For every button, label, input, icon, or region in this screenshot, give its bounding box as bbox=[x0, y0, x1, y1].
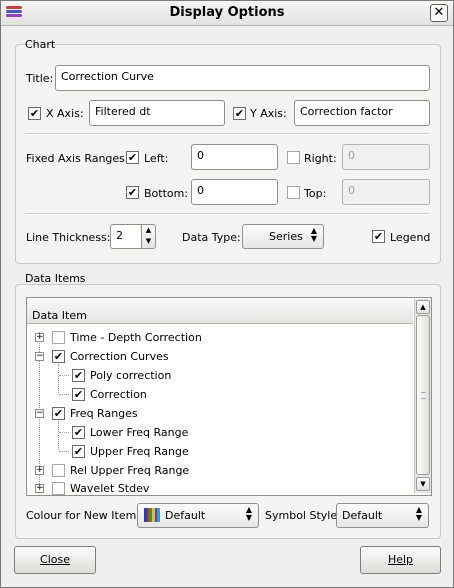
right-label: Right: bbox=[304, 152, 337, 165]
legend-label: Legend bbox=[390, 231, 431, 244]
row-checkbox[interactable]: ✔ bbox=[72, 388, 85, 401]
separator bbox=[25, 213, 429, 215]
right-checkbox[interactable] bbox=[287, 151, 300, 164]
expand-plus-icon[interactable]: + bbox=[35, 333, 44, 342]
row-label: Correction bbox=[90, 388, 147, 401]
row-label: Wavelet Stdev bbox=[70, 482, 150, 495]
scroll-up-icon[interactable]: ▲ bbox=[416, 300, 430, 314]
data-item-column-label: Data Item bbox=[32, 309, 87, 322]
data-type-value: Series bbox=[269, 230, 303, 243]
left-input[interactable]: 0 bbox=[191, 144, 278, 170]
row-label: Rel Upper Freq Range bbox=[70, 464, 190, 477]
symbol-style-value: Default bbox=[342, 509, 383, 522]
symbol-style-select[interactable]: Default ▲ ▼ bbox=[336, 503, 429, 528]
tree-row[interactable]: + Rel Upper Freq Range bbox=[27, 461, 413, 480]
tree-line bbox=[59, 375, 69, 376]
right-input[interactable]: 0 bbox=[342, 144, 430, 170]
row-label: Upper Freq Range bbox=[90, 445, 189, 458]
up-down-arrows-icon: ▲ ▼ bbox=[245, 505, 252, 522]
symbol-style-label: Symbol Style: bbox=[265, 509, 341, 522]
row-checkbox[interactable]: ✔ bbox=[72, 426, 85, 439]
bottom-checkbox[interactable]: ✔ bbox=[126, 186, 139, 199]
expand-plus-icon[interactable]: + bbox=[35, 484, 44, 493]
row-checkbox[interactable] bbox=[52, 331, 65, 344]
y-axis-label: Y Axis: bbox=[250, 107, 287, 120]
x-axis-input[interactable]: Filtered dt bbox=[89, 100, 225, 126]
close-button-label: Close bbox=[40, 553, 70, 566]
colour-select[interactable]: Default ▲ ▼ bbox=[137, 503, 259, 528]
row-checkbox[interactable]: ✔ bbox=[52, 407, 65, 420]
tree-row[interactable]: + Wavelet Stdev bbox=[27, 480, 413, 495]
colour-value: Default bbox=[165, 509, 206, 522]
data-type-select[interactable]: Series ▲ ▼ bbox=[242, 224, 324, 249]
data-items-group-title: Data Items bbox=[25, 272, 86, 285]
scroll-down-icon[interactable]: ▼ bbox=[416, 477, 430, 491]
row-label: Lower Freq Range bbox=[90, 426, 189, 439]
tree-row[interactable]: + Time - Depth Correction bbox=[27, 328, 413, 347]
fixed-axis-ranges-label: Fixed Axis Ranges bbox=[26, 152, 125, 165]
row-label: Correction Curves bbox=[70, 350, 169, 363]
y-axis-checkbox[interactable]: ✔ bbox=[233, 107, 246, 120]
row-label: Time - Depth Correction bbox=[70, 331, 202, 344]
help-button-label: Help bbox=[387, 553, 414, 566]
bottom-input[interactable]: 0 bbox=[191, 179, 278, 205]
tree-row[interactable]: − ✔ Correction Curves bbox=[27, 347, 413, 366]
display-options-dialog: Display Options ✕ Chart Title: Correctio… bbox=[0, 0, 454, 588]
tree-line bbox=[59, 451, 69, 452]
top-checkbox[interactable] bbox=[287, 186, 300, 199]
data-type-label: Data Type: bbox=[182, 231, 241, 244]
x-axis-checkbox[interactable]: ✔ bbox=[28, 107, 41, 120]
line-thickness-spinner[interactable]: ▲ ▼ bbox=[142, 224, 156, 249]
tree-column-header[interactable]: Data Item bbox=[27, 298, 413, 324]
scrollbar-thumb[interactable] bbox=[416, 315, 430, 475]
row-checkbox[interactable]: ✔ bbox=[52, 350, 65, 363]
help-button[interactable]: Help bbox=[360, 546, 441, 574]
tree-row[interactable]: ✔ Correction bbox=[27, 385, 413, 404]
title-input[interactable]: Correction Curve bbox=[55, 65, 430, 91]
top-label: Top: bbox=[304, 187, 327, 200]
y-axis-input[interactable]: Correction factor bbox=[294, 100, 430, 126]
row-checkbox[interactable]: ✔ bbox=[72, 369, 85, 382]
tree-scrollbar[interactable]: ▲ ▼ bbox=[414, 299, 431, 493]
tree-row[interactable]: ✔ Lower Freq Range bbox=[27, 423, 413, 442]
collapse-minus-icon[interactable]: − bbox=[35, 409, 44, 418]
title-label: Title: bbox=[26, 72, 54, 85]
swatch-stripe bbox=[157, 508, 161, 522]
legend-checkbox[interactable]: ✔ bbox=[372, 230, 385, 243]
up-down-arrows-icon: ▲ ▼ bbox=[415, 505, 422, 522]
collapse-minus-icon[interactable]: − bbox=[35, 352, 44, 361]
row-label: Freq Ranges bbox=[70, 407, 138, 420]
spin-up-icon[interactable]: ▲ bbox=[142, 225, 155, 236]
colour-new-items-label: Colour for New Items: bbox=[26, 509, 146, 522]
tree-line bbox=[59, 394, 69, 395]
bottom-label: Bottom: bbox=[144, 187, 189, 200]
x-axis-label: X Axis: bbox=[46, 107, 84, 120]
separator bbox=[25, 133, 429, 135]
row-checkbox[interactable] bbox=[52, 464, 65, 477]
row-checkbox[interactable]: ✔ bbox=[72, 445, 85, 458]
line-thickness-label: Line Thickness: bbox=[26, 231, 111, 244]
row-checkbox[interactable] bbox=[52, 482, 65, 495]
left-label: Left: bbox=[144, 152, 169, 165]
tree-row[interactable]: ✔ Poly correction bbox=[27, 366, 413, 385]
left-checkbox[interactable]: ✔ bbox=[126, 151, 139, 164]
tree-row[interactable]: ✔ Upper Freq Range bbox=[27, 442, 413, 461]
top-input[interactable]: 0 bbox=[342, 179, 430, 205]
up-down-arrows-icon: ▲ ▼ bbox=[310, 226, 317, 243]
title-bar[interactable]: Display Options ✕ bbox=[1, 1, 453, 26]
data-items-tree[interactable]: Data Item + Time - Depth Correction − ✔ … bbox=[26, 297, 432, 496]
chart-group-title: Chart bbox=[25, 38, 56, 51]
spin-down-icon[interactable]: ▼ bbox=[142, 236, 155, 247]
tree-row[interactable]: − ✔ Freq Ranges bbox=[27, 404, 413, 423]
row-label: Poly correction bbox=[90, 369, 172, 382]
close-button[interactable]: Close bbox=[14, 546, 96, 574]
window-title: Display Options bbox=[169, 5, 285, 20]
colour-palette-swatch bbox=[144, 508, 161, 522]
tree-line bbox=[59, 432, 69, 433]
close-icon[interactable]: ✕ bbox=[430, 4, 448, 22]
expand-plus-icon[interactable]: + bbox=[35, 466, 44, 475]
line-thickness-input[interactable]: 2 bbox=[110, 224, 142, 249]
